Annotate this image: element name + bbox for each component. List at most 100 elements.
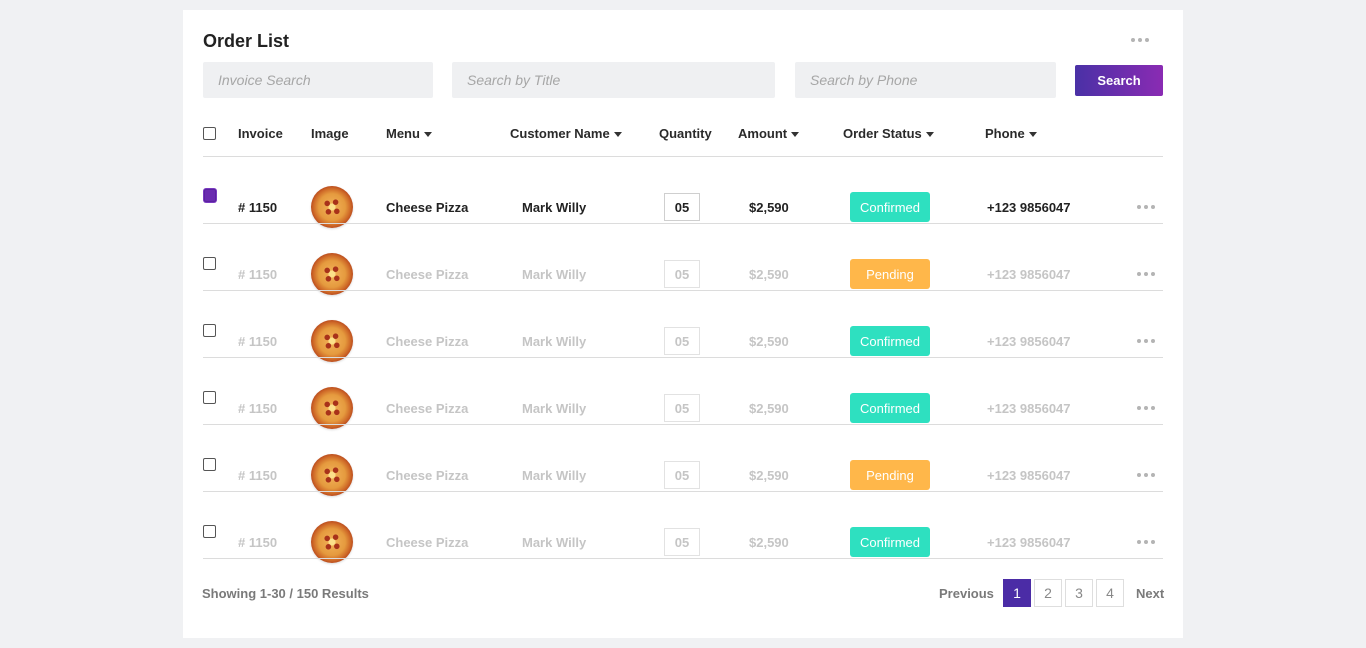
pizza-image <box>311 454 353 496</box>
header-amount-label: Amount <box>738 126 788 141</box>
quantity-field[interactable]: 05 <box>664 193 700 221</box>
amount-value: $2,590 <box>749 535 789 550</box>
amount-value: $2,590 <box>749 401 789 416</box>
invoice-number: # 1150 <box>238 401 278 416</box>
table-row[interactable]: # 1150 Cheese Pizza Mark Willy 05 $2,590 Conf… <box>183 364 1183 431</box>
menu-item: Cheese Pizza <box>386 468 469 483</box>
header-menu[interactable]: Menu <box>386 126 432 141</box>
caret-down-icon <box>925 132 934 138</box>
page-button-4[interactable]: 4 <box>1096 579 1124 607</box>
header-amount[interactable]: Amount <box>738 126 800 141</box>
status-badge: Confirmed <box>850 527 930 557</box>
amount-value: $2,590 <box>749 200 789 215</box>
row-divider <box>203 357 1163 358</box>
quantity-field[interactable]: 05 <box>664 327 700 355</box>
header-divider <box>203 156 1163 157</box>
header-menu-label: Menu <box>386 126 420 141</box>
header-status-label: Order Status <box>843 126 922 141</box>
phone-number: +123 9856047 <box>987 401 1071 416</box>
caret-down-icon <box>1028 132 1037 138</box>
row-checkbox[interactable] <box>203 525 216 538</box>
more-options-icon[interactable] <box>1137 336 1155 346</box>
title-search-input[interactable] <box>452 62 775 98</box>
select-all-checkbox[interactable] <box>203 127 216 140</box>
more-options-icon[interactable] <box>1137 470 1155 480</box>
more-options-icon[interactable] <box>1137 537 1155 547</box>
page-button-1[interactable]: 1 <box>1003 579 1031 607</box>
menu-item: Cheese Pizza <box>386 334 469 349</box>
quantity-field[interactable]: 05 <box>664 394 700 422</box>
more-options-icon[interactable] <box>1131 34 1153 46</box>
customer-name: Mark Willy <box>522 468 587 483</box>
menu-item: Cheese Pizza <box>386 401 469 416</box>
status-badge: Confirmed <box>850 393 930 423</box>
page-button-3[interactable]: 3 <box>1065 579 1093 607</box>
customer-name: Mark Willy <box>522 401 587 416</box>
row-checkbox[interactable] <box>204 189 216 202</box>
customer-name: Mark Willy <box>522 267 587 282</box>
row-divider <box>203 424 1163 425</box>
caret-down-icon <box>423 132 432 138</box>
table-row[interactable]: # 1150 Cheese Pizza Mark Willy 05 $2,590 Conf… <box>183 163 1183 230</box>
invoice-search-input[interactable] <box>203 62 433 98</box>
header-customer[interactable]: Customer Name <box>510 126 622 141</box>
row-divider <box>203 491 1163 492</box>
table-row[interactable]: # 1150 Cheese Pizza Mark Willy 05 $2,590 Pend… <box>183 230 1183 297</box>
pizza-image <box>311 387 353 429</box>
table-row[interactable]: # 1150 Cheese Pizza Mark Willy 05 $2,590 Conf… <box>183 498 1183 565</box>
status-badge: Pending <box>850 259 930 289</box>
quantity-field[interactable]: 05 <box>664 260 700 288</box>
more-options-icon[interactable] <box>1137 403 1155 413</box>
row-divider <box>203 290 1163 291</box>
table-row[interactable]: # 1150 Cheese Pizza Mark Willy 05 $2,590 Pend… <box>183 431 1183 498</box>
header-status[interactable]: Order Status <box>843 126 934 141</box>
invoice-number: # 1150 <box>238 468 278 483</box>
phone-search-input[interactable] <box>795 62 1056 98</box>
amount-value: $2,590 <box>749 468 789 483</box>
order-list-card: Order List Search Invoice Image Menu Cus… <box>183 10 1183 638</box>
header-phone-label: Phone <box>985 126 1025 141</box>
customer-name: Mark Willy <box>522 200 587 215</box>
pizza-image <box>311 320 353 362</box>
page-title: Order List <box>203 31 290 51</box>
menu-item: Cheese Pizza <box>386 535 469 550</box>
row-checkbox[interactable] <box>203 257 216 270</box>
phone-number: +123 9856047 <box>987 468 1071 483</box>
phone-number: +123 9856047 <box>987 200 1071 215</box>
more-options-icon[interactable] <box>1137 202 1155 212</box>
row-divider <box>203 223 1163 224</box>
quantity-field[interactable]: 05 <box>664 528 700 556</box>
menu-item: Cheese Pizza <box>386 267 469 282</box>
header-phone[interactable]: Phone <box>985 126 1037 141</box>
row-checkbox[interactable] <box>203 458 216 471</box>
header-image: Image <box>311 126 349 141</box>
quantity-field[interactable]: 05 <box>664 461 700 489</box>
pizza-image <box>311 253 353 295</box>
header-quantity: Quantity <box>659 126 712 141</box>
caret-down-icon <box>791 132 800 138</box>
phone-number: +123 9856047 <box>987 334 1071 349</box>
status-badge: Confirmed <box>850 192 930 222</box>
invoice-number: # 1150 <box>238 267 278 282</box>
results-summary: Showing 1-30 / 150 Results <box>202 586 369 601</box>
pizza-image <box>311 521 353 563</box>
invoice-number: # 1150 <box>238 535 278 550</box>
page-button-2[interactable]: 2 <box>1034 579 1062 607</box>
row-checkbox[interactable] <box>203 324 216 337</box>
status-badge: Pending <box>850 460 930 490</box>
row-checkbox[interactable] <box>203 391 216 404</box>
amount-value: $2,590 <box>749 334 789 349</box>
customer-name: Mark Willy <box>522 334 587 349</box>
search-button[interactable]: Search <box>1075 65 1163 96</box>
more-options-icon[interactable] <box>1137 269 1155 279</box>
table-row[interactable]: # 1150 Cheese Pizza Mark Willy 05 $2,590 Conf… <box>183 297 1183 364</box>
phone-number: +123 9856047 <box>987 267 1071 282</box>
customer-name: Mark Willy <box>522 535 587 550</box>
next-page-link[interactable]: Next <box>1136 586 1164 601</box>
header-invoice: Invoice <box>238 126 283 141</box>
header-customer-label: Customer Name <box>510 126 610 141</box>
amount-value: $2,590 <box>749 267 789 282</box>
caret-down-icon <box>613 132 622 138</box>
invoice-number: # 1150 <box>238 200 278 215</box>
previous-page-link[interactable]: Previous <box>939 586 994 601</box>
